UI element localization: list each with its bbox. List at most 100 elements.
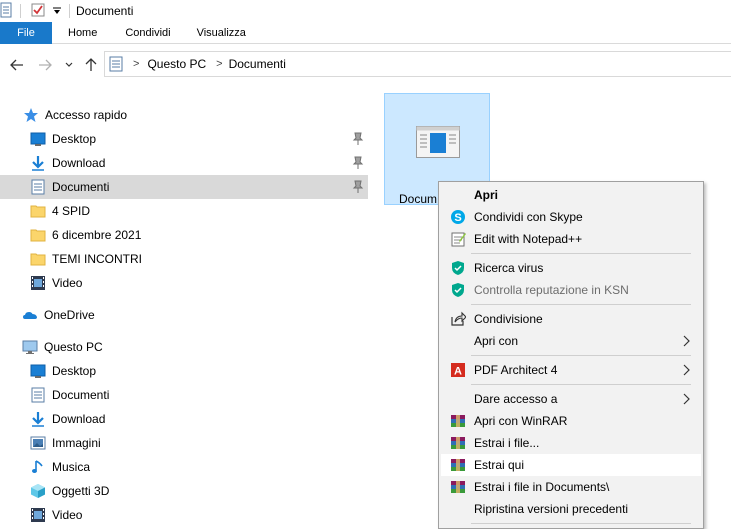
navigation-bar: > Questo PC > Documenti [0,45,731,85]
chevron-right-icon [683,393,690,405]
chevron-right-icon [683,335,690,347]
nav-label: Oggetti 3D [52,484,110,498]
menu-item-label: Apri [474,188,498,202]
menu-item-dare-accesso-a[interactable]: Dare accesso a [441,388,701,410]
pin-icon[interactable] [352,132,364,146]
nav-label: Documenti [52,388,110,402]
download-arrow-icon [30,411,46,427]
nav-label: Musica [52,460,91,474]
forward-button[interactable] [34,54,56,76]
documents-folder-icon [109,56,123,72]
nav-quick-temi-incontri[interactable]: TEMI INCONTRI [0,247,368,271]
back-button[interactable] [6,54,28,76]
menu-separator [471,253,691,254]
menu-item-estrai-qui[interactable]: Estrai qui [441,454,701,476]
nav-pc-desktop[interactable]: Desktop [0,359,368,383]
pictures-icon [30,435,46,451]
file-name-label: Docum [399,192,438,206]
menu-item-label: Apri con WinRAR [474,414,568,428]
nav-label: Download [52,156,106,170]
nav-quick-desktop[interactable]: Desktop [0,127,368,151]
properties-checkmark-icon[interactable] [31,3,45,20]
customize-toolbar-dropdown-icon[interactable] [53,4,61,18]
nav-label: Documenti [52,180,110,194]
menu-separator [471,304,691,305]
nav-quick-video[interactable]: Video [0,271,368,295]
menu-item-apri-con-winrar[interactable]: Apri con WinRAR [441,410,701,432]
menu-item-label: Edit with Notepad++ [474,232,583,246]
menu-item-ripristina-versioni[interactable]: Ripristina versioni precedenti [441,498,701,520]
kaspersky-shield-icon [452,283,464,297]
document-icon[interactable] [0,2,12,21]
video-film-icon [30,275,46,291]
tab-home[interactable]: Home [52,22,111,44]
pin-icon[interactable] [352,180,364,194]
nav-accesso-rapido[interactable]: Accesso rapido [0,103,368,127]
nav-pc-oggetti-3d[interactable]: Oggetti 3D [0,479,368,503]
menu-item-label: Apri con [474,334,519,348]
pdf-architect-icon: A [451,363,465,378]
svg-text:A: A [454,366,462,378]
svg-text:S: S [454,212,461,224]
nav-pc-documenti[interactable]: Documenti [0,383,368,407]
pin-icon[interactable] [352,156,364,170]
skype-icon: S [451,210,465,224]
document-file-icon [416,126,460,158]
menu-item-ricerca-virus[interactable]: Ricerca virus [441,257,701,279]
menu-item-estrai-in-documents[interactable]: Estrai i file in Documents\ [441,476,701,498]
menu-item-pdf-architect[interactable]: A PDF Architect 4 [441,359,701,381]
nav-quick-4-spid[interactable]: 4 SPID [0,199,368,223]
menu-item-condivisione[interactable]: Condivisione [441,308,701,330]
menu-item-label: Dare accesso a [474,392,558,406]
menu-item-label: Estrai i file... [474,436,540,450]
recent-locations-button[interactable] [58,54,80,76]
breadcrumb-questo-pc[interactable]: Questo PC [147,57,206,71]
nav-label: Video [52,276,83,290]
documents-icon [30,179,46,195]
context-menu: Apri S Condividi con Skype Edit with Not… [438,181,704,529]
share-icon [451,311,466,326]
breadcrumb-separator-icon[interactable]: > [216,58,222,70]
3d-objects-icon [30,483,46,499]
download-arrow-icon [30,155,46,171]
breadcrumb-documenti[interactable]: Documenti [229,57,286,71]
breadcrumb-separator-icon[interactable]: > [133,58,139,70]
winrar-icon [451,415,465,427]
nav-label: Video [52,508,83,522]
menu-item-condividi-skype[interactable]: S Condividi con Skype [441,206,701,228]
menu-item-apri-con[interactable]: Apri con [441,330,701,352]
nav-quick-documenti[interactable]: Documenti [0,175,368,199]
nav-questo-pc[interactable]: Questo PC [0,335,368,359]
nav-pc-video[interactable]: Video [0,503,368,527]
address-bar[interactable]: > Questo PC > Documenti [104,51,731,77]
menu-separator [471,355,691,356]
toolbar-divider [20,4,21,18]
onedrive-cloud-icon [22,307,38,323]
nav-quick-download[interactable]: Download [0,151,368,175]
tab-visualizza[interactable]: Visualizza [185,22,260,44]
winrar-icon [451,437,465,449]
title-bar: Documenti [0,0,731,22]
nav-quick-6-dicembre-2021[interactable]: 6 dicembre 2021 [0,223,368,247]
nav-label: 4 SPID [52,204,91,218]
menu-item-label: Estrai qui [474,458,525,472]
nav-onedrive[interactable]: OneDrive [0,303,368,327]
nav-label: Desktop [52,132,97,146]
ribbon-tabs: File Home Condividi Visualizza [0,22,731,44]
nav-pc-download[interactable]: Download [0,407,368,431]
up-button[interactable] [80,54,102,76]
menu-item-controlla-reputazione-ksn[interactable]: Controlla reputazione in KSN [441,279,701,301]
menu-item-estrai-i-file[interactable]: Estrai i file... [441,432,701,454]
menu-separator [471,523,691,524]
nav-pc-musica[interactable]: Musica [0,455,368,479]
nav-label: TEMI INCONTRI [52,252,142,266]
menu-item-apri[interactable]: Apri [441,184,701,206]
tab-condividi[interactable]: Condividi [111,22,184,44]
tab-file[interactable]: File [0,22,52,44]
menu-item-edit-notepadpp[interactable]: Edit with Notepad++ [441,228,701,250]
menu-item-label: Ricerca virus [474,261,544,275]
nav-pc-immagini[interactable]: Immagini [0,431,368,455]
nav-label: Immagini [52,436,101,450]
menu-item-label: Controlla reputazione in KSN [474,283,629,297]
video-film-icon [30,507,46,523]
